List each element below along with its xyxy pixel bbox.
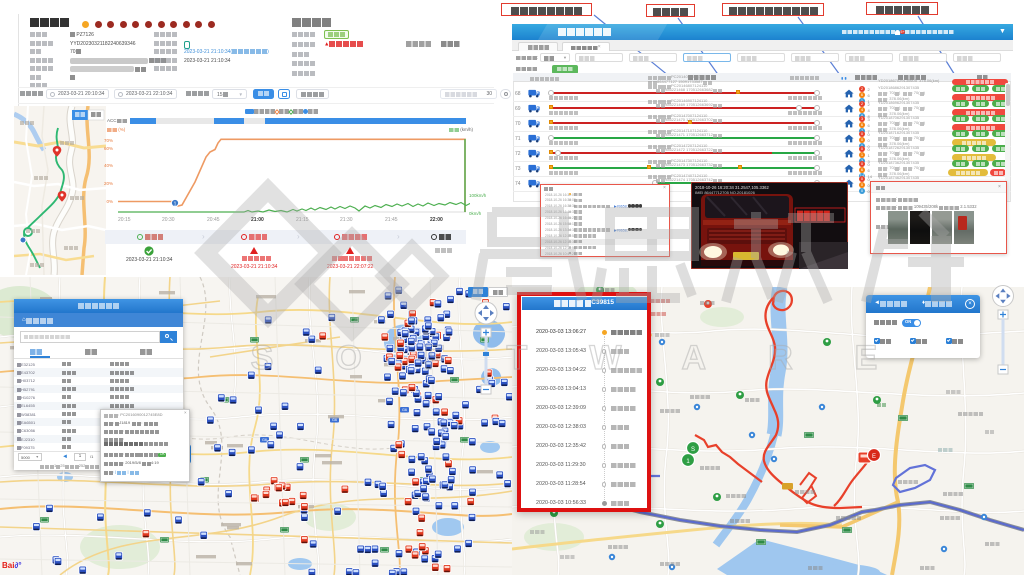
- svg-text:G6: G6: [332, 418, 337, 422]
- svg-text:E: E: [872, 454, 876, 460]
- svg-text:█████: █████: [797, 211, 831, 222]
- svg-text:S: S: [691, 447, 695, 453]
- svg-text:1: 1: [174, 202, 177, 208]
- svg-text:G6: G6: [262, 438, 267, 442]
- svg-text:IMEI 86447712705 NO.20181026: IMEI 86447712705 NO.20181026: [695, 190, 756, 195]
- svg-text:G6: G6: [402, 408, 407, 412]
